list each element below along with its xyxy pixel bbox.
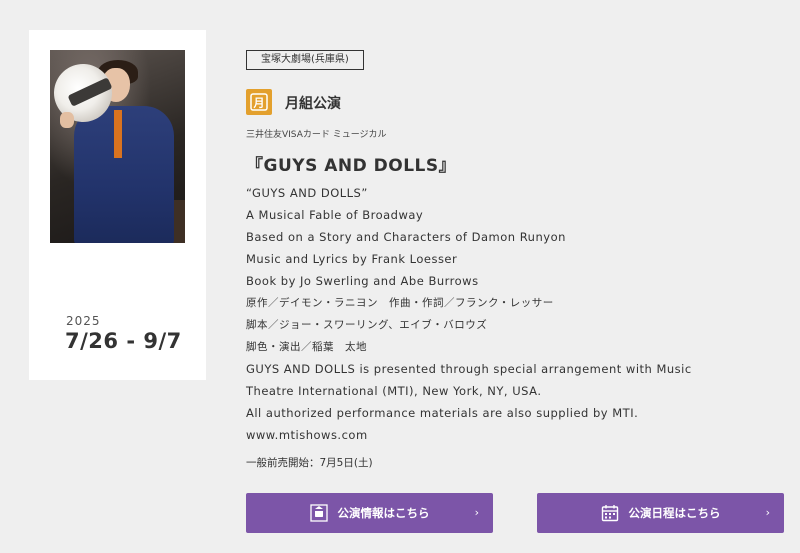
sponsor-text: 三井住友VISAカード ミュージカル bbox=[246, 130, 387, 140]
performance-year: 2025 bbox=[66, 314, 101, 328]
info-icon bbox=[309, 504, 328, 522]
credit-line: 脚色・演出／稲葉 太地 bbox=[246, 341, 367, 353]
performance-dates: 7/26 - 9/7 bbox=[65, 329, 182, 353]
credit-line: 脚本／ジョー・スワーリング、エイブ・バロウズ bbox=[246, 319, 488, 331]
performance-info-button[interactable]: 公演情報はこちら › bbox=[246, 493, 493, 533]
poster-tie-shape bbox=[114, 110, 122, 158]
performance-schedule-label: 公演日程はこちら bbox=[628, 506, 721, 520]
troupe-logo-icon: 月 bbox=[246, 89, 272, 115]
calendar-icon bbox=[601, 505, 618, 522]
credit-line: “GUYS AND DOLLS” bbox=[246, 186, 368, 200]
chevron-right-icon: › bbox=[765, 506, 770, 519]
venue-badge: 宝塚大劇場(兵庫県) bbox=[246, 50, 364, 70]
credit-line: Based on a Story and Characters of Damon… bbox=[246, 230, 566, 244]
poster-image[interactable] bbox=[50, 50, 185, 243]
performance-info-label: 公演情報はこちら bbox=[337, 506, 430, 520]
moon-troupe-icon: 月 bbox=[250, 93, 268, 111]
credit-line: Book by Jo Swerling and Abe Burrows bbox=[246, 274, 479, 288]
credit-line: Music and Lyrics by Frank Loesser bbox=[246, 252, 458, 266]
presale-date: 一般前売開始：7月5日(土) bbox=[246, 457, 373, 469]
troupe-name: 月組公演 bbox=[285, 96, 341, 112]
credit-line: A Musical Fable of Broadway bbox=[246, 208, 424, 222]
poster-hand-shape bbox=[60, 112, 74, 128]
credits-list: “GUYS AND DOLLS” A Musical Fable of Broa… bbox=[246, 182, 786, 446]
performance-card: 2025 7/26 - 9/7 bbox=[29, 30, 206, 380]
credit-line: Theatre International (MTI), New York, N… bbox=[246, 384, 542, 398]
credit-link[interactable]: www.mtishows.com bbox=[246, 424, 786, 446]
credit-line: 原作／デイモン・ラニヨン 作曲・作詞／フランク・レッサー bbox=[246, 297, 554, 309]
credit-line: GUYS AND DOLLS is presented through spec… bbox=[246, 362, 692, 376]
chevron-right-icon: › bbox=[474, 506, 479, 519]
show-title: 『GUYS AND DOLLS』 bbox=[246, 156, 457, 176]
credit-line: All authorized performance materials are… bbox=[246, 406, 639, 420]
svg-text:月: 月 bbox=[253, 97, 265, 110]
poster-suit-shape bbox=[74, 106, 174, 243]
performance-schedule-button[interactable]: 公演日程はこちら › bbox=[537, 493, 784, 533]
